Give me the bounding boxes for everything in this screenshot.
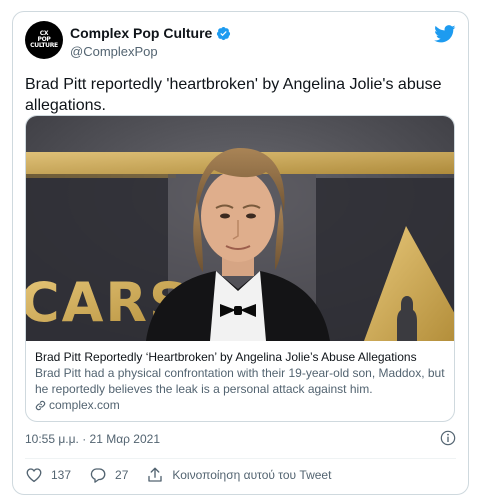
divider	[25, 458, 456, 459]
card-image[interactable]: CARS	[26, 116, 455, 341]
handle[interactable]: @ComplexPop	[70, 44, 231, 59]
reply-button[interactable]: 27	[89, 466, 128, 484]
info-icon[interactable]	[440, 430, 456, 446]
card-domain-text[interactable]: complex.com	[49, 397, 120, 413]
share-button[interactable]: Κοινοποίηση αυτού του Tweet	[146, 466, 331, 484]
card-description: Brad Pitt had a physical confrontation w…	[35, 366, 445, 396]
card-title[interactable]: Brad Pitt Reportedly ‘Heartbroken’ by An…	[35, 349, 449, 365]
card-text[interactable]: Brad Pitt Reportedly ‘Heartbroken’ by An…	[35, 349, 449, 413]
avatar-line-3: CULTURE	[30, 42, 58, 49]
link-icon	[35, 400, 46, 410]
reply-count: 27	[115, 468, 129, 482]
share-icon	[148, 467, 163, 482]
share-label: Κοινοποίηση αυτού του Tweet	[172, 468, 332, 482]
twitter-bird-icon[interactable]	[434, 25, 456, 43]
avatar[interactable]: CX POP CULTURE	[25, 21, 63, 59]
tweet-text: Brad Pitt reportedly 'heartbroken' by An…	[25, 76, 442, 114]
timestamp[interactable]: 10:55 μ.μ. · 21 Μαρ 2021	[25, 432, 160, 446]
reply-icon	[90, 468, 106, 483]
link-card[interactable]: CARS Brad Pitt Reportedly ‘Heartbroken’ …	[25, 115, 455, 422]
like-count: 137	[51, 468, 72, 482]
display-name-row: Complex Pop Culture	[70, 25, 231, 41]
like-button[interactable]: 137	[25, 466, 71, 484]
tweet-card[interactable]: CX POP CULTURE Complex Pop Culture @Comp…	[12, 11, 469, 495]
user-block[interactable]: Complex Pop Culture @ComplexPop	[70, 25, 231, 59]
verified-icon	[217, 26, 231, 40]
action-bar: 137 27 Κοινοποίηση αυτού του Tweet	[25, 466, 349, 484]
display-name[interactable]: Complex Pop Culture	[70, 25, 212, 41]
card-domain[interactable]: complex.com	[35, 397, 449, 413]
heart-icon	[26, 468, 42, 483]
